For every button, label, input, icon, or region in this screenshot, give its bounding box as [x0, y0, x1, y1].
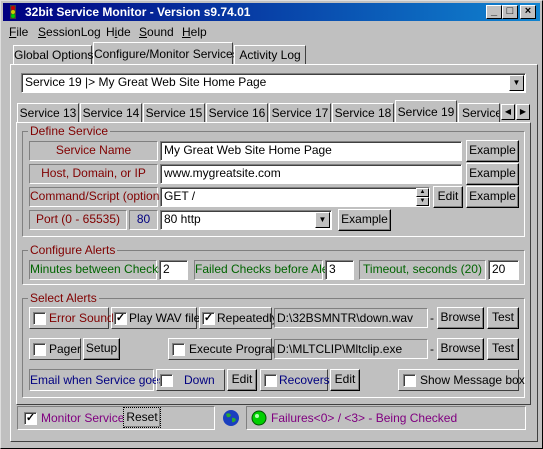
tab-service-17[interactable]: Service 17 [269, 103, 331, 122]
example-button-name[interactable]: Example [466, 140, 519, 162]
show-message-box[interactable] [403, 374, 416, 387]
scroll-down-icon[interactable]: ▼ [416, 197, 429, 206]
pager-box[interactable] [33, 343, 46, 356]
setup-button[interactable]: Setup [83, 338, 120, 360]
example-button-command[interactable]: Example [466, 186, 519, 208]
menu-file[interactable]: File [9, 25, 28, 39]
chevron-down-icon[interactable]: ▼ [315, 212, 330, 228]
browse-wav-button[interactable]: Browse [437, 307, 484, 329]
tab-configure-monitor[interactable]: Configure/Monitor Services [93, 42, 239, 65]
dash-separator: - [430, 342, 434, 356]
example-button-port[interactable]: Example [338, 209, 391, 231]
edit-recovers-button[interactable]: Edit [330, 369, 360, 391]
select-alerts-title: Select Alerts [28, 291, 99, 305]
globe-icon [223, 410, 239, 426]
command-label: Command/Script (optional) [29, 187, 173, 207]
status-light-icon [251, 410, 267, 426]
test-wav-button[interactable]: Test [487, 307, 519, 329]
failures-status-text: Failures<0> / <3> - Being Checked [271, 411, 458, 425]
example-button-host[interactable]: Example [466, 163, 519, 185]
menu-help[interactable]: Help [182, 25, 207, 39]
menu-hide[interactable]: Hide [106, 25, 131, 39]
menu-sound[interactable]: Sound [139, 25, 174, 39]
recovers-label: Recovers [279, 373, 330, 387]
tab-service-15[interactable]: Service 15 [143, 103, 205, 122]
play-wav-box[interactable]: ✓ [114, 312, 127, 325]
minutes-field[interactable]: 2 [159, 260, 188, 280]
down-box[interactable] [160, 374, 173, 387]
test-exe-button[interactable]: Test [487, 338, 519, 360]
window-title: 32bit Service Monitor - Version s9.74.01 [25, 5, 251, 19]
monitor-service-box[interactable]: ✓ [24, 412, 37, 425]
edit-command-button[interactable]: Edit [433, 186, 463, 208]
dash-separator: - [430, 311, 434, 325]
pager-label: Pager [49, 342, 82, 356]
traffic-light-icon [10, 5, 16, 19]
tab-service-16[interactable]: Service 16 [206, 103, 268, 122]
timeout-field[interactable]: 20 [488, 260, 519, 280]
service-select[interactable]: Service 19 |> My Great Web Site Home Pag… [21, 73, 526, 93]
tab-service-18[interactable]: Service 18 [332, 103, 394, 122]
chevron-down-icon[interactable]: ▼ [509, 75, 524, 91]
error-sound-label: Error Sound [49, 311, 114, 325]
host-label: Host, Domain, or IP [29, 164, 158, 184]
show-message-label: Show Message box [420, 373, 525, 387]
configure-alerts-title: Configure Alerts [28, 243, 118, 257]
tab-service-more[interactable]: Service [458, 103, 500, 122]
tab-service-19[interactable]: Service 19 [395, 100, 457, 123]
tab-scroll-right[interactable]: ▶ [516, 104, 530, 120]
edit-down-button[interactable]: Edit [227, 369, 257, 391]
minutes-label: Minutes between Checks [29, 260, 164, 280]
tab-scroll-left[interactable]: ◀ [501, 104, 515, 120]
close-button[interactable]: × [520, 5, 536, 19]
app-window: 32bit Service Monitor - Version s9.74.01… [0, 0, 543, 449]
execute-program-label: Execute Program [189, 342, 282, 356]
down-label: Down [184, 373, 215, 387]
repeatedly-label: Repeatedly [217, 311, 278, 325]
command-field[interactable]: GET / [160, 187, 430, 207]
execute-program-box[interactable] [172, 343, 185, 356]
port-select[interactable]: 80 http [160, 210, 332, 230]
browse-exe-button[interactable]: Browse [437, 338, 484, 360]
menu-sessionlog[interactable]: SessionLog [38, 25, 101, 39]
host-field[interactable]: www.mygreatsite.com [160, 164, 462, 184]
maximize-button[interactable]: □ [502, 5, 518, 19]
reset-button[interactable]: Reset [123, 407, 161, 428]
port-label: Port (0 - 65535) [29, 210, 127, 230]
menu-bar: File SessionLog Hide Sound Help [3, 22, 540, 40]
title-bar[interactable]: 32bit Service Monitor - Version s9.74.01… [3, 3, 540, 21]
tab-activity-log[interactable]: Activity Log [234, 45, 306, 65]
tab-service-14[interactable]: Service 14 [80, 103, 142, 122]
failed-checks-field[interactable]: 3 [325, 260, 354, 280]
email-label: Email when Service goes [29, 369, 165, 391]
monitor-service-label: Monitor Service [41, 411, 125, 425]
exe-path-field[interactable]: D:\MLTCLIP\Mltclip.exe [274, 339, 428, 359]
service-name-field[interactable]: My Great Web Site Home Page [160, 141, 462, 161]
minimize-button[interactable]: _ [486, 5, 502, 19]
timeout-label: Timeout, seconds (20) [359, 260, 486, 280]
service-name-label: Service Name [29, 141, 158, 161]
scroll-up-icon[interactable]: ▲ [416, 188, 429, 197]
recovers-box[interactable] [264, 374, 277, 387]
tab-service-13[interactable]: Service 13 [17, 103, 79, 122]
port-value: 80 [129, 210, 158, 230]
wav-path-field[interactable]: D:\32BSMNTR\down.wav [274, 308, 428, 328]
error-sound-box[interactable] [33, 312, 46, 325]
failed-checks-label: Failed Checks before Alert [194, 260, 336, 280]
tab-global-options[interactable]: Global Options [13, 45, 93, 65]
define-service-title: Define Service [28, 124, 111, 138]
repeatedly-box[interactable]: ✓ [202, 312, 215, 325]
play-wav-label: Play WAV file [129, 311, 201, 325]
